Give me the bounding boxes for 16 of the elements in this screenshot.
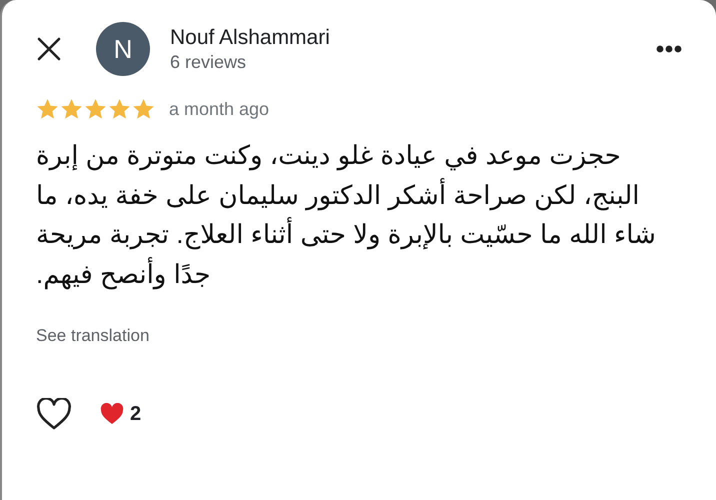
star-icon [108,98,131,120]
reviewer-name[interactable]: Nouf Alshammari [170,26,656,50]
star-icon [60,98,83,120]
star-icon [132,98,155,120]
review-time: a month ago [169,98,270,120]
close-button[interactable] [36,36,62,62]
see-translation-link[interactable]: See translation [36,326,150,346]
review-text: حجزت موعد في عيادة غلو دينت، وكنت متوترة من إبرة البنج، لكن صراحة أشكر الدكتور سليمان على خفة يده، ما شاء الله ما حسّيت بالإبرة ولا حتى أثناء العلاج. تجربة مريحة جدًا وأنصح فيهم. [36,139,657,292]
review-count: 6 reviews [170,52,248,72]
heart-icon [100,403,124,426]
more-options-button[interactable] [656,45,682,53]
star-icon [84,98,107,120]
star-icon [36,98,59,120]
avatar[interactable]: N [96,22,150,76]
reaction-count: 2 [130,402,142,426]
like-button[interactable] [36,398,72,430]
